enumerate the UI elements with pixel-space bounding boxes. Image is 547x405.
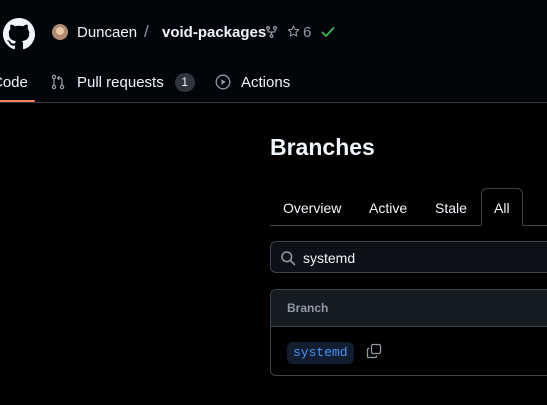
tab-pull-requests[interactable]: Pull requests 1 xyxy=(51,72,195,92)
repo-header: Duncaen / void-packages 6 Code Pull requ… xyxy=(0,0,547,103)
tab-active[interactable]: Active xyxy=(369,200,407,216)
check-icon[interactable] xyxy=(321,26,335,38)
branch-search[interactable] xyxy=(270,241,547,273)
github-logo-icon[interactable] xyxy=(3,18,35,50)
breadcrumb-separator: / xyxy=(144,22,149,41)
tab-actions[interactable]: Actions xyxy=(215,72,290,92)
repo-forked-icon xyxy=(266,26,277,38)
repo-link[interactable]: void-packages xyxy=(162,24,266,41)
branches-table: Branch systemd xyxy=(270,289,547,376)
tab-all-label: All xyxy=(494,200,510,216)
tab-pull-requests-label: Pull requests xyxy=(77,73,164,91)
column-header-branch: Branch xyxy=(287,301,329,315)
play-icon xyxy=(215,74,231,90)
tab-code-selected-indicator xyxy=(0,100,35,102)
copy-icon[interactable] xyxy=(366,343,382,359)
page-title: Branches xyxy=(270,134,375,160)
tab-overview[interactable]: Overview xyxy=(283,200,341,216)
branch-link[interactable]: systemd xyxy=(287,342,354,364)
search-icon xyxy=(281,251,296,266)
owner-avatar[interactable] xyxy=(52,24,68,40)
table-header: Branch xyxy=(271,290,547,327)
owner-link[interactable]: Duncaen xyxy=(77,24,137,41)
git-pull-request-icon xyxy=(51,74,65,90)
star-icon[interactable] xyxy=(287,25,300,38)
pull-requests-count-badge: 1 xyxy=(174,72,195,92)
search-input[interactable] xyxy=(303,248,543,268)
tab-code[interactable]: Code xyxy=(0,72,28,92)
tab-all[interactable]: All xyxy=(481,188,523,226)
tab-stale[interactable]: Stale xyxy=(435,200,467,216)
tab-code-label: Code xyxy=(0,73,28,91)
tab-actions-label: Actions xyxy=(241,73,291,91)
star-count: 6 xyxy=(303,24,312,41)
branch-filter-tabs: Overview Active Stale All xyxy=(270,188,547,226)
